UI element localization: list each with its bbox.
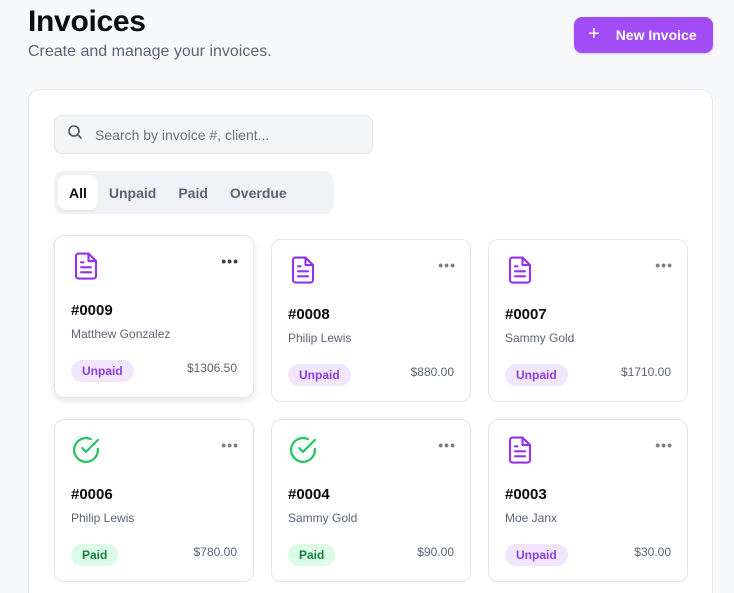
status-tabs: All Unpaid Paid Overdue [54,171,334,214]
search-input[interactable] [95,126,355,143]
invoice-client: Philip Lewis [71,511,135,525]
invoice-client: Sammy Gold [505,331,575,345]
invoice-number: #0007 [505,306,547,323]
invoice-amount: $880.00 [410,365,454,379]
more-options-icon[interactable]: ••• [221,438,239,452]
status-badge: Unpaid [505,364,568,386]
more-options-icon[interactable]: ••• [438,258,456,272]
more-options-icon[interactable]: ••• [438,438,456,452]
invoice-client: Philip Lewis [288,331,352,345]
document-icon [71,251,101,281]
status-badge: Unpaid [288,364,351,386]
page-title: Invoices [28,5,146,38]
invoice-client: Moe Janx [505,511,558,525]
tab-unpaid[interactable]: Unpaid [98,175,167,210]
more-options-icon[interactable]: ••• [221,254,239,268]
check-circle-icon [71,435,101,465]
more-options-icon[interactable]: ••• [655,258,673,272]
invoice-number: #0003 [505,486,547,503]
tab-all[interactable]: All [58,175,98,210]
invoice-card[interactable]: ••• #0004 Sammy Gold Paid $90.00 [271,419,471,582]
tab-paid[interactable]: Paid [167,175,219,210]
invoice-amount: $1710.00 [620,365,671,379]
search-box[interactable] [54,115,373,154]
document-icon [505,255,535,285]
invoices-panel: All Unpaid Paid Overdue ••• #0009 Matthe… [28,89,713,593]
search-icon [67,124,83,145]
check-circle-icon [288,435,318,465]
invoice-card[interactable]: ••• #0009 Matthew Gonzalez Unpaid $1306.… [54,235,254,398]
new-invoice-button[interactable]: + New Invoice [574,17,713,53]
status-badge: Unpaid [71,360,134,382]
invoice-amount: $30.00 [634,545,671,559]
invoice-card[interactable]: ••• #0007 Sammy Gold Unpaid $1710.00 [488,239,688,402]
invoice-number: #0006 [71,486,113,503]
invoice-client: Sammy Gold [288,511,358,525]
invoice-card[interactable]: ••• #0008 Philip Lewis Unpaid $880.00 [271,239,471,402]
invoice-amount: $1306.50 [186,361,237,375]
invoice-client: Matthew Gonzalez [71,327,171,341]
invoice-amount: $780.00 [193,545,237,559]
invoice-number: #0008 [288,306,330,323]
invoice-card[interactable]: ••• #0003 Moe Janx Unpaid $30.00 [488,419,688,582]
document-icon [505,435,535,465]
status-badge: Unpaid [505,544,568,566]
status-badge: Paid [71,544,119,566]
more-options-icon[interactable]: ••• [655,438,673,452]
tab-overdue[interactable]: Overdue [219,175,298,210]
document-icon [288,255,318,285]
invoice-number: #0004 [288,486,330,503]
new-invoice-label: New Invoice [615,27,697,43]
status-badge: Paid [288,544,336,566]
invoice-amount: $90.00 [417,545,454,559]
invoice-number: #0009 [71,302,113,319]
page-subtitle: Create and manage your invoices. [28,43,272,60]
plus-icon: + [588,23,600,45]
invoice-card[interactable]: ••• #0006 Philip Lewis Paid $780.00 [54,419,254,582]
